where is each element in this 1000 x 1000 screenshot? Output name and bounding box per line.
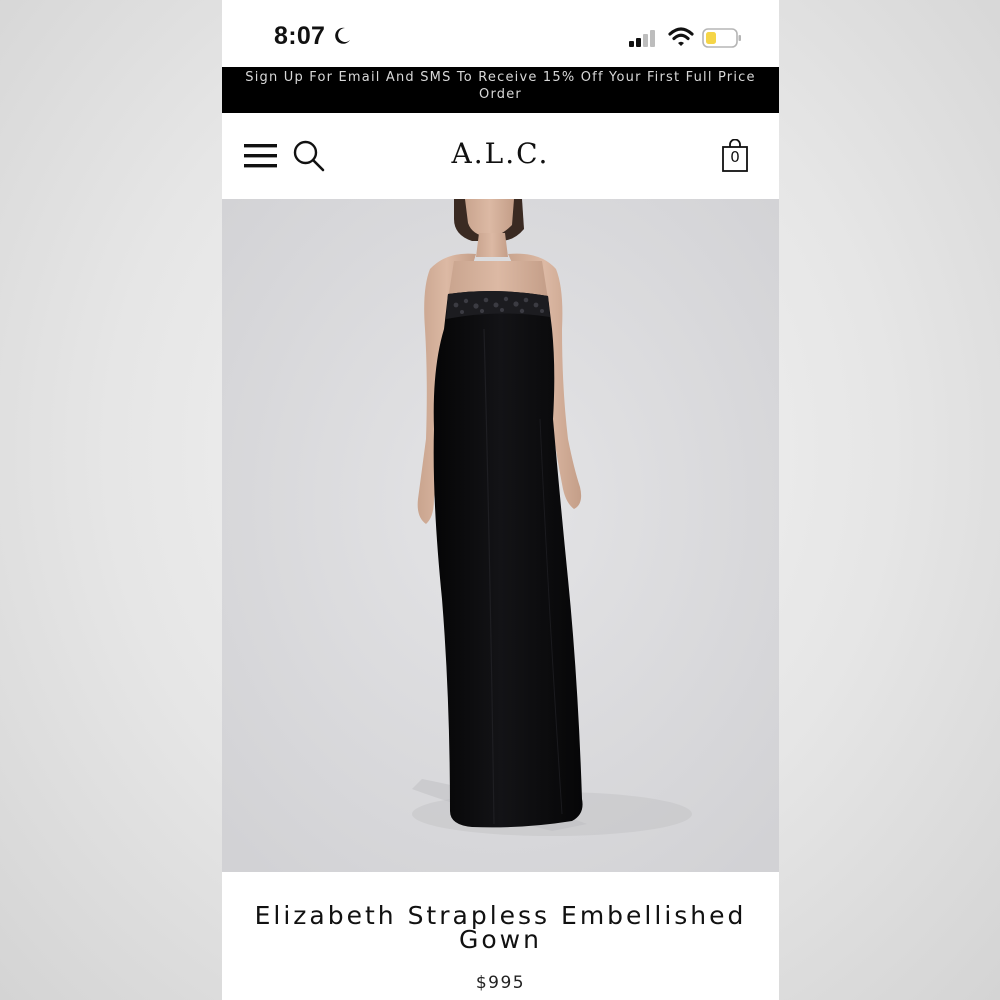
status-bar: 8:07 bbox=[222, 0, 779, 67]
phone-screen: 8:07 Sign Up For Email And SMS To Receiv… bbox=[222, 0, 779, 1000]
moon-icon bbox=[335, 27, 350, 44]
promo-banner-text[interactable]: Sign Up For Email And SMS To Receive 15%… bbox=[245, 70, 755, 102]
product-image[interactable] bbox=[222, 199, 779, 872]
site-header: A.L.C. 0 bbox=[222, 113, 779, 199]
battery-icon bbox=[702, 28, 741, 48]
product-price: $995 bbox=[475, 973, 526, 993]
product-name: Elizabeth Strapless Embellished Gown bbox=[254, 901, 747, 954]
brand-logo[interactable]: A.L.C. bbox=[222, 137, 779, 170]
model-in-black-gown-image bbox=[222, 199, 779, 872]
status-time: 8:07 bbox=[274, 22, 326, 50]
product-info: Elizabeth Strapless Embellished Gown $99… bbox=[222, 872, 779, 1000]
wifi-icon bbox=[668, 27, 694, 46]
shopping-bag-button[interactable]: 0 bbox=[721, 138, 749, 173]
promo-banner[interactable]: Sign Up For Email And SMS To Receive 15%… bbox=[222, 67, 779, 113]
bag-count: 0 bbox=[730, 148, 740, 166]
cellular-signal-icon bbox=[629, 30, 655, 47]
